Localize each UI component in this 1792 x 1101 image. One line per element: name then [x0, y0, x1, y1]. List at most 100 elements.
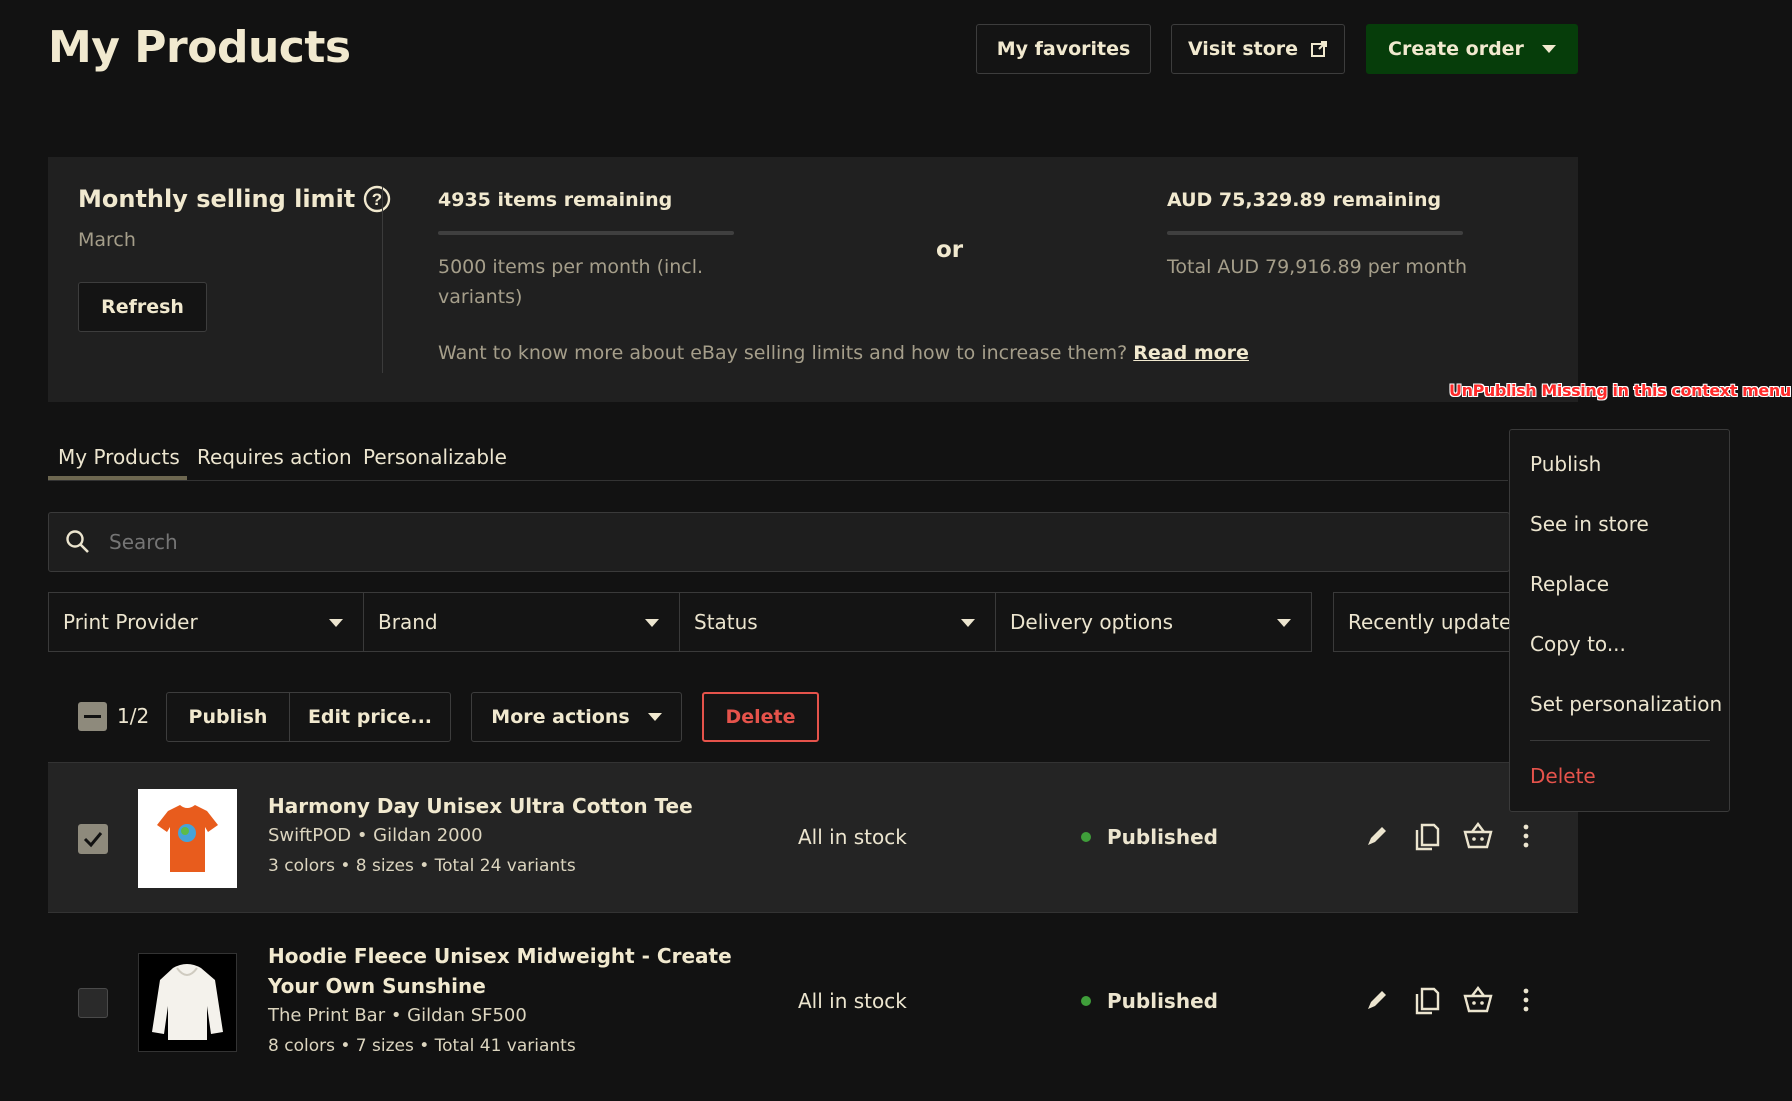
row-checkbox[interactable] — [78, 988, 108, 1018]
print-provider-label: Print Provider — [63, 610, 198, 634]
refresh-button[interactable]: Refresh — [78, 282, 207, 332]
product-thumbnail[interactable] — [138, 953, 237, 1052]
table-row[interactable]: Hoodie Fleece Unisex Midweight - Create … — [48, 913, 1578, 1078]
tabs-divider — [48, 480, 1508, 481]
stock-status: All in stock — [798, 825, 907, 849]
bulk-delete-label: Delete — [725, 706, 796, 728]
row-checkbox[interactable] — [78, 824, 108, 854]
duplicate-icon[interactable] — [1414, 821, 1440, 851]
items-detail: 5000 items per month (incl. variants) — [438, 256, 704, 308]
visit-store-button[interactable]: Visit store — [1171, 24, 1345, 74]
product-thumbnail[interactable] — [138, 789, 237, 888]
more-options-icon[interactable] — [1522, 823, 1530, 849]
help-icon[interactable]: ? — [363, 185, 391, 213]
search-icon — [66, 530, 89, 553]
selling-limit-panel: Monthly selling limit ? March Refresh 49… — [48, 157, 1578, 402]
more-actions-label: More actions — [491, 706, 630, 728]
product-variants: 8 colors • 7 sizes • Total 41 variants — [268, 1036, 576, 1056]
basket-icon[interactable] — [1463, 821, 1493, 849]
basket-icon[interactable] — [1463, 985, 1493, 1013]
aud-detail: Total AUD 79,916.89 per month — [1167, 256, 1467, 278]
selling-limit-title: Monthly selling limit — [78, 185, 356, 213]
selected-count: 1/2 — [117, 704, 150, 728]
publish-status-label: Published — [1107, 989, 1218, 1013]
status-dot — [1081, 832, 1091, 842]
annotation-note: UnPublish Missing in this context menu — [1449, 381, 1791, 400]
read-more-link[interactable]: Read more — [1133, 342, 1249, 364]
chevron-down-icon — [961, 619, 975, 627]
create-order-button[interactable]: Create order — [1366, 24, 1578, 74]
chevron-down-icon — [1277, 619, 1291, 627]
external-link-icon — [1311, 41, 1328, 57]
edit-price-label: Edit price... — [307, 706, 433, 728]
product-provider: SwiftPOD • Gildan 2000 — [268, 825, 483, 846]
bulk-delete-button[interactable]: Delete — [702, 692, 819, 742]
visit-store-label: Visit store — [1187, 38, 1299, 60]
panel-divider — [382, 187, 383, 373]
menu-item-delete[interactable]: Delete — [1530, 764, 1596, 788]
aud-remaining: AUD 75,329.89 remaining — [1167, 189, 1442, 211]
duplicate-icon[interactable] — [1414, 985, 1440, 1015]
tab-personalizable[interactable]: Personalizable — [363, 445, 507, 469]
page-title: My Products — [48, 22, 351, 73]
publish-status-label: Published — [1107, 825, 1218, 849]
product-title[interactable]: Harmony Day Unisex Ultra Cotton Tee — [268, 791, 748, 821]
chevron-down-icon — [647, 713, 662, 721]
product-variants: 3 colors • 8 sizes • Total 24 variants — [268, 856, 576, 876]
more-actions-button[interactable]: More actions — [471, 692, 682, 742]
menu-item-copy-to[interactable]: Copy to... — [1530, 632, 1626, 656]
product-provider: The Print Bar • Gildan SF500 — [268, 1005, 527, 1026]
publish-status: Published — [1081, 825, 1218, 849]
edit-price-button[interactable]: Edit price... — [289, 692, 451, 742]
menu-item-set-personalization[interactable]: Set personalization — [1530, 692, 1722, 716]
chevron-down-icon — [329, 619, 343, 627]
product-title[interactable]: Hoodie Fleece Unisex Midweight - Create … — [268, 941, 748, 1001]
chevron-down-icon — [1541, 45, 1556, 53]
menu-item-see-in-store[interactable]: See in store — [1530, 512, 1649, 536]
context-menu: Publish See in store Replace Copy to... … — [1509, 429, 1730, 812]
status-label: Status — [694, 610, 758, 634]
edit-icon[interactable] — [1364, 823, 1390, 849]
print-provider-filter[interactable]: Print Provider — [48, 592, 364, 652]
sort-select[interactable]: Recently updated — [1333, 592, 1513, 652]
edit-icon[interactable] — [1364, 987, 1390, 1013]
delivery-options-label: Delivery options — [1010, 610, 1174, 634]
search-input[interactable] — [109, 530, 1409, 554]
selling-limit-heading: Monthly selling limit ? — [78, 185, 391, 213]
refresh-label: Refresh — [101, 296, 184, 318]
select-all-checkbox[interactable] — [78, 702, 107, 731]
bulk-publish-label: Publish — [188, 706, 268, 728]
more-options-icon[interactable] — [1522, 987, 1530, 1013]
create-order-label: Create order — [1388, 38, 1524, 60]
menu-divider — [1530, 740, 1710, 741]
stock-status: All in stock — [798, 989, 907, 1013]
limit-info-text: Want to know more about eBay selling lim… — [438, 342, 1128, 364]
status-filter[interactable]: Status — [679, 592, 996, 652]
tab-requires-action[interactable]: Requires action — [197, 445, 352, 469]
tshirt-image — [157, 805, 218, 872]
limit-info: Want to know more about eBay selling lim… — [438, 342, 1249, 364]
publish-status: Published — [1081, 989, 1218, 1013]
or-label: or — [936, 237, 964, 263]
brand-label: Brand — [378, 610, 438, 634]
bulk-publish-button[interactable]: Publish — [166, 692, 290, 742]
table-row[interactable]: Harmony Day Unisex Ultra Cotton Tee Swif… — [48, 762, 1578, 913]
items-remaining: 4935 items remaining — [438, 189, 673, 211]
menu-item-replace[interactable]: Replace — [1530, 572, 1609, 596]
check-icon — [83, 832, 103, 848]
aud-progress-bar — [1167, 231, 1463, 235]
status-dot — [1081, 996, 1091, 1006]
brand-filter[interactable]: Brand — [363, 592, 680, 652]
chevron-down-icon — [645, 619, 659, 627]
minus-icon — [84, 715, 101, 718]
limit-month: March — [78, 229, 136, 251]
tab-my-products[interactable]: My Products — [58, 445, 180, 469]
hoodie-image — [152, 964, 223, 1040]
my-favorites-button[interactable]: My favorites — [976, 24, 1151, 74]
menu-item-publish[interactable]: Publish — [1530, 452, 1601, 476]
svg-text:?: ? — [372, 190, 382, 209]
delivery-options-filter[interactable]: Delivery options — [995, 592, 1312, 652]
items-progress-bar — [438, 231, 734, 235]
my-favorites-label: My favorites — [996, 38, 1131, 60]
search-box[interactable] — [48, 512, 1510, 572]
